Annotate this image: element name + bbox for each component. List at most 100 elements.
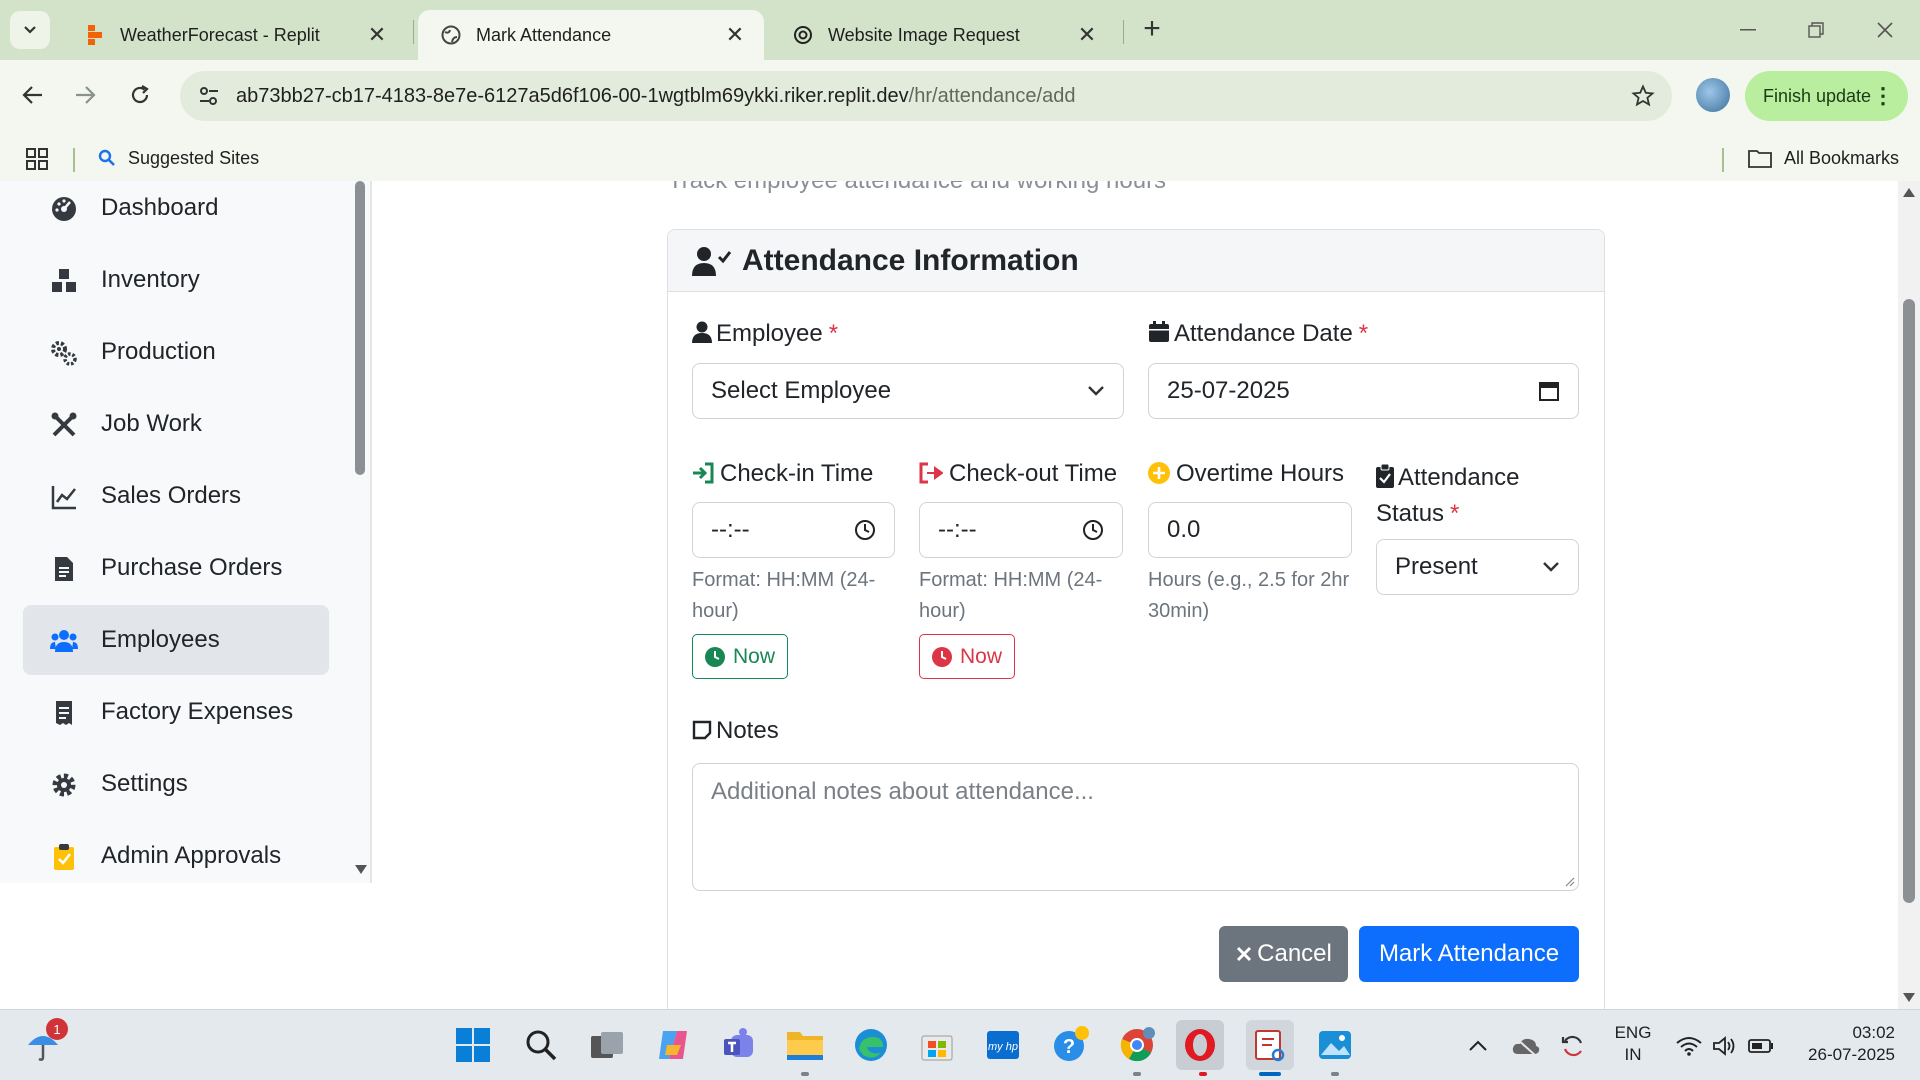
start-button[interactable] [452,1024,494,1066]
url-path: /hr/attendance/add [908,85,1076,107]
sidebar-item-purchase-orders[interactable]: Purchase Orders [23,533,329,603]
scroll-down-arrow-icon[interactable] [1903,993,1915,1003]
dashboard-gauge-icon [52,197,76,221]
sidebar-item-label: Purchase Orders [101,554,283,581]
attendance-date-input[interactable]: 25-07-2025 [1148,363,1579,419]
sync-tray[interactable] [1560,1010,1586,1080]
myhp-app[interactable]: my hp [982,1024,1024,1066]
taskbar-search-button[interactable] [520,1024,562,1066]
page-scrollbar[interactable] [1898,181,1920,1009]
attendance-status-select[interactable]: Present [1376,539,1579,595]
checkin-label-text: Check-in Time [720,460,874,487]
sidebar-scrollbar[interactable] [355,181,369,883]
checkout-label-text: Check-out Time [949,460,1118,487]
opera-app[interactable] [1176,1020,1224,1070]
copilot-app[interactable] [652,1024,694,1066]
receipt-icon [56,701,72,725]
sidebar: Dashboard Inventory Production Job Work … [0,181,372,883]
apps-grid-icon[interactable] [26,148,48,170]
bookmarks-bar: Suggested Sites All Bookmarks [0,130,1920,186]
notes-textarea[interactable]: Additional notes about attendance... [692,763,1579,891]
reload-icon[interactable] [119,74,161,116]
checkin-now-button[interactable]: Now [692,634,788,679]
photos-app[interactable] [1314,1024,1356,1066]
bookmark-star-icon[interactable] [1628,81,1658,111]
input-language-indicator[interactable]: ENG IN [1608,1022,1658,1066]
close-window-icon[interactable] [1860,12,1910,48]
mark-attendance-label: Mark Attendance [1378,940,1560,967]
tab-divider [1123,20,1124,44]
quick-settings[interactable] [1676,1010,1774,1080]
required-asterisk: * [1450,500,1460,527]
clipboard-check-icon [54,844,74,870]
sidebar-item-production[interactable]: Production [23,317,329,387]
page-scroll-thumb[interactable] [1903,299,1915,903]
scroll-down-arrow-icon[interactable] [355,865,367,875]
snipping-tool-app[interactable] [1246,1020,1294,1070]
system-clock[interactable]: 03:02 26-07-2025 [1795,1022,1895,1066]
checkin-time-value: --:-- [711,516,750,543]
sign-in-icon [693,462,714,484]
tab-weatherforecast[interactable]: WeatherForecast - Replit ✕ [62,10,406,60]
profile-avatar[interactable] [1696,78,1730,112]
sidebar-item-sales-orders[interactable]: Sales Orders [23,461,329,531]
checkout-now-button[interactable]: Now [919,634,1015,679]
overtime-hours-input[interactable]: 0.0 [1148,502,1352,558]
employee-select[interactable]: Select Employee [692,363,1124,419]
close-tab-icon[interactable]: ✕ [362,20,392,50]
cancel-button[interactable]: Cancel [1219,926,1348,982]
chrome-icon [1120,1027,1155,1062]
more-menu-icon[interactable]: ⋮ [1872,83,1894,109]
site-settings-icon[interactable] [194,81,224,111]
sidebar-item-admin-approvals[interactable]: Admin Approvals [23,821,329,891]
forward-arrow-icon[interactable] [64,74,106,116]
mark-attendance-button[interactable]: Mark Attendance [1359,926,1579,982]
microsoft-store-app[interactable] [916,1024,958,1066]
show-hidden-icons[interactable] [1468,1010,1488,1080]
sidebar-item-job-work[interactable]: Job Work [23,389,329,459]
overtime-label: Overtime Hours [1148,460,1344,488]
sidebar-item-settings[interactable]: Settings [23,749,329,819]
sidebar-item-inventory[interactable]: Inventory [23,245,329,315]
all-bookmarks-button[interactable]: All Bookmarks [1748,130,1899,186]
help-app[interactable]: ? [1050,1024,1092,1066]
finish-update-button[interactable]: Finish update ⋮ [1745,71,1908,121]
suggested-sites-bookmark[interactable]: Suggested Sites [98,130,259,186]
chrome-app[interactable] [1116,1024,1158,1066]
resize-handle-icon[interactable] [1563,875,1575,887]
checkin-time-input[interactable]: --:-- [692,502,895,558]
address-bar[interactable]: ab73bb27-cb17-4183-8e7e-6127a5d6f106-00-… [180,71,1672,121]
sidebar-item-label: Admin Approvals [101,842,282,869]
sticky-note-icon [692,720,712,740]
tab-website-image-request[interactable]: Website Image Request ✕ [770,10,1116,60]
minimize-icon[interactable] [1723,12,1773,48]
url-text: ab73bb27-cb17-4183-8e7e-6127a5d6f106-00-… [236,71,1075,121]
tab-mark-attendance[interactable]: Mark Attendance ✕ [418,10,764,60]
calendar-picker-icon[interactable] [1538,380,1560,402]
edge-app[interactable] [850,1024,892,1066]
checkout-time-input[interactable]: --:-- [919,502,1123,558]
clock-icon[interactable] [1082,519,1104,541]
overtime-hours-value: 0.0 [1167,516,1201,543]
checkin-label: Check-in Time [692,460,873,488]
clock-icon[interactable] [854,519,876,541]
task-view-button[interactable] [586,1024,628,1066]
close-tab-icon[interactable]: ✕ [1072,20,1102,50]
teams-app[interactable] [718,1024,760,1066]
sidebar-item-factory-expenses[interactable]: Factory Expenses [23,677,329,747]
url-host: ab73bb27-cb17-4183-8e7e-6127a5d6f106-00-… [236,85,909,107]
file-explorer-app[interactable] [784,1024,826,1066]
new-tab-plus-icon[interactable]: + [1135,12,1169,46]
checkin-format-hint: Format: HH:MM (24-hour) [692,569,876,622]
user-check-icon [692,247,732,276]
restore-icon[interactable] [1791,12,1841,48]
checkin-now-label: Now [733,644,776,668]
scroll-up-arrow-icon[interactable] [1903,187,1915,197]
back-arrow-icon[interactable] [12,74,54,116]
sidebar-scroll-thumb[interactable] [355,181,365,475]
onedrive-tray[interactable] [1512,1010,1540,1080]
tab-search-button[interactable] [10,11,50,49]
sidebar-item-dashboard[interactable]: Dashboard [23,181,329,243]
sidebar-item-employees[interactable]: Employees [23,605,329,675]
close-tab-icon[interactable]: ✕ [720,20,750,50]
